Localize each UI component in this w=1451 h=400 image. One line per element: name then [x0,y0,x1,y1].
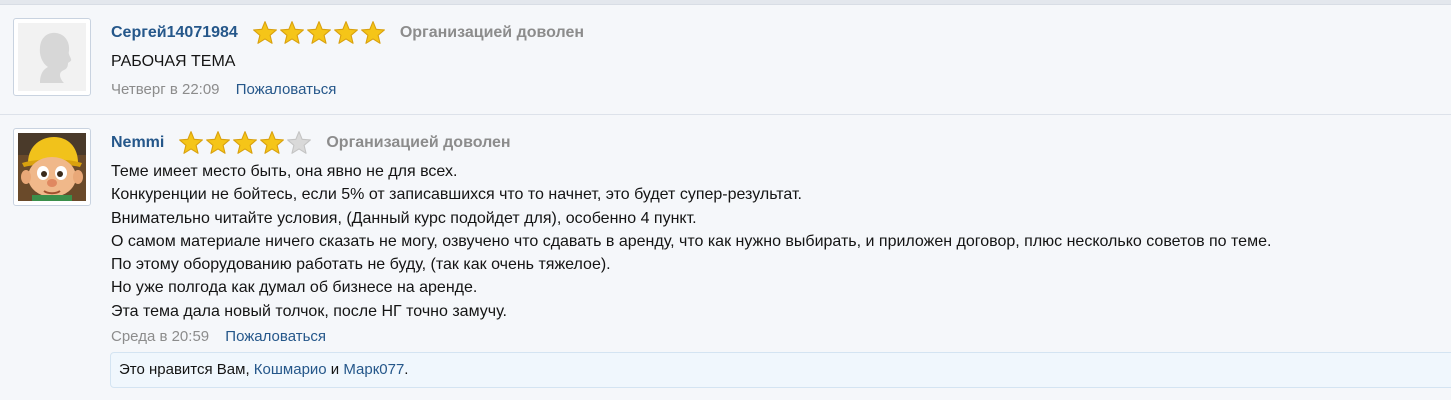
star-filled-icon [279,21,304,44]
username-link[interactable]: Сергей14071984 [111,24,238,42]
star-filled-icon [333,21,358,44]
star-filled-icon [233,131,258,154]
likes-prefix: Это нравится Вам, [119,361,254,378]
top-divider [0,0,1451,5]
report-link[interactable]: Пожаловаться [225,328,326,345]
review-text-line: Конкуренции не бойтесь, если 5% от запис… [111,186,802,204]
star-filled-icon [260,131,285,154]
review-text-line: Эта тема дала новый толчок, после НГ точ… [111,302,507,320]
liked-user-link[interactable]: Марк077 [343,361,404,378]
username-link[interactable]: Nemmi [111,134,164,152]
star-filled-icon [179,131,204,154]
review-body: Теме имеет место быть, она явно не для в… [111,160,1451,323]
star-filled-icon [360,21,385,44]
star-rating [178,130,312,156]
avatar[interactable] [13,128,91,206]
review-text-line: О самом материале ничего сказать не могу… [111,232,1272,250]
likes-conjunction: и [326,361,344,378]
review-text-line: Но уже полгода как думал об бизнесе на а… [111,279,478,297]
likes-suffix: . [404,361,409,378]
review-date: Среда в 20:59 [111,328,210,346]
review-text-line: РАБОЧАЯ ТЕМА [111,53,236,70]
review-body: РАБОЧАЯ ТЕМА [111,50,1451,73]
review-item: Сергей14071984 Организацией доволен РАБО… [0,16,1451,111]
review-date: Четверг в 22:09 [111,81,220,99]
review-text-line: По этому оборудованию работать не буду, … [111,256,611,274]
cartoon-character-avatar-icon [18,133,86,201]
report-link[interactable]: Пожаловаться [236,81,337,98]
review-text-line: Внимательно читайте условия, (Данный кур… [111,209,697,227]
default-user-silhouette-icon [18,23,86,91]
star-empty-icon [287,131,312,154]
verdict-label: Организацией доволен [399,24,585,41]
likes-bar: Это нравится Вам, Кошмарио и Марк077. [110,352,1451,388]
star-filled-icon [206,131,231,154]
review-separator [0,114,1451,115]
review-item: Nemmi Организацией доволен Теме имеет ме… [0,126,1451,400]
review-text-line: Теме имеет место быть, она явно не для в… [111,163,458,180]
star-rating [252,20,386,46]
liked-user-link[interactable]: Кошмарио [254,361,327,378]
star-filled-icon [306,21,331,44]
star-filled-icon [252,21,277,44]
verdict-label: Организацией доволен [326,134,511,151]
avatar[interactable] [13,18,91,96]
